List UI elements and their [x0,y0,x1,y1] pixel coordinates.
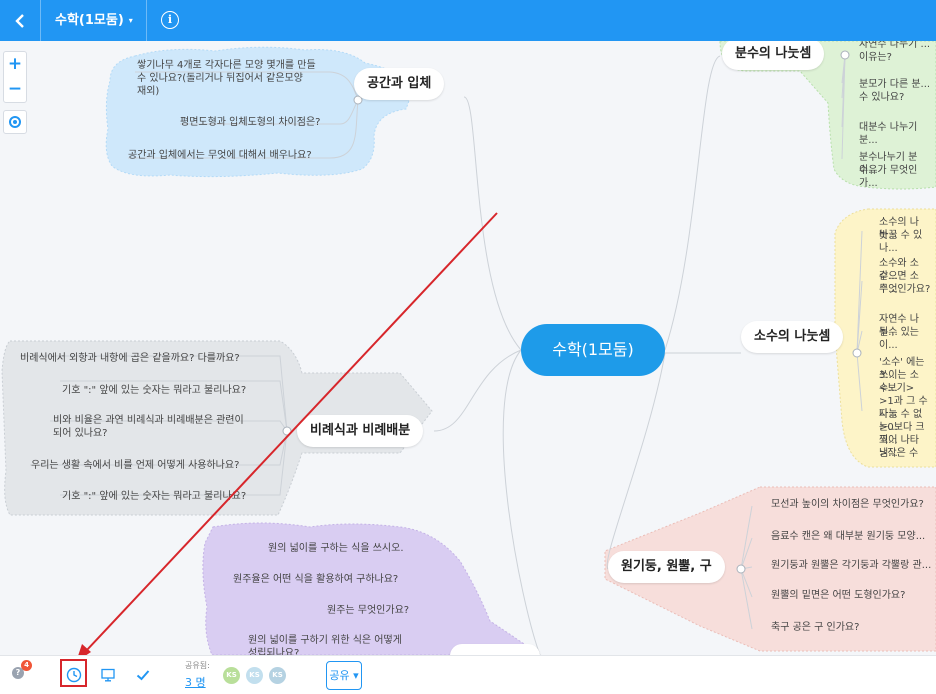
topic-decimal[interactable]: 소수의 나눗셈 [741,321,844,353]
leaf-ratio-3-line2: 되어 있나요? [53,428,108,439]
zoom-out-button[interactable]: − [4,77,26,102]
leaf-fraction-4-line2: 이유가 무엇인가... [859,165,918,189]
avatar[interactable]: KS [269,667,286,684]
topic-cylinder[interactable]: 원기둥, 원뿔, 구 [608,551,725,583]
leaf-decimal-1-line2: 바꿀 수 있나... [879,230,923,254]
topic-ratio[interactable]: 비례식과 비례배분 [297,415,424,447]
mindmap-canvas[interactable]: + − 공간과 입체 쌓기나무 4개로 각자다른 모양 몇개를 만들 수 있나요… [0,41,936,655]
leaf-solid-1[interactable]: 쌓기나무 4개로 각자다른 모양 몇개를 만들 [137,59,316,72]
leaf-circle-1[interactable]: 원의 넓이를 구하는 식을 쓰시오. [268,542,404,555]
locate-center-button[interactable] [3,110,27,134]
leaf-decimal-4-line8: >작은 수 [879,448,919,459]
leaf-circle-4[interactable]: 원의 넓이를 구하기 위한 식은 어떻게 [248,634,402,647]
leaf-decimal-4-line3: <보기> [879,383,915,394]
bottom-toolbar: ? 4 공유됨: 3 명 KS KS KS 공유 ▾ [0,655,936,694]
leaf-solid-1-line3: 재외) [137,86,160,97]
leaf-cylinder-2[interactable]: 음료수 캔은 왜 대부분 원기둥 모양... [771,530,925,543]
central-topic[interactable]: 수학(1모둠) [521,324,665,376]
share-count-link[interactable]: 3 명 [185,674,206,690]
leaf-decimal-3-line2: 될수 있는 이... [879,327,919,351]
leaf-solid-2[interactable]: 평면도형과 입체도형의 차이점은? [180,116,320,129]
leaf-cylinder-3[interactable]: 원기둥과 원뿔은 각기둥과 각뿔랑 관... [771,559,931,572]
avatar[interactable]: KS [246,667,263,684]
leaf-ratio-2[interactable]: 기호 ":" 앞에 있는 숫자는 뭐라고 불리나요? [62,384,246,397]
zoom-in-button[interactable]: + [4,52,26,77]
leaf-circle-2[interactable]: 원주율은 어떤 식을 활용하여 구하나요? [233,573,398,586]
clock-icon [66,667,82,683]
info-icon[interactable]: i [161,11,179,29]
check-button[interactable] [132,664,154,686]
leaf-ratio-5[interactable]: 기호 ":" 앞에 있는 숫자는 뭐라고 불리나요? [62,490,246,503]
leaf-solid-1-line2: 수 있나요?(돌리거나 뒤집어서 같은모양 [137,73,303,84]
leaf-circle-4-line2: 성립되나요? [248,648,300,655]
leaf-cylinder-1[interactable]: 모선과 높이의 차이점은 무엇인가요? [771,498,924,511]
leaf-fraction-1[interactable]: 자연수 나누기 ... [859,41,930,51]
history-button[interactable] [63,664,85,686]
top-bar: 수학(1모둠) ▾ i [0,0,936,41]
check-icon [136,670,150,681]
topic-circle[interactable] [450,644,540,655]
leaf-fraction-3[interactable]: 대분수 나누기 분... [859,121,936,147]
divider [146,0,147,41]
presentation-button[interactable] [97,664,119,686]
leaf-ratio-3[interactable]: 비와 비율은 과연 비례식과 비례배분은 관련이 [53,414,244,427]
zoom-controls: + − [3,51,27,103]
share-label: 공유됨: [185,661,210,670]
monitor-icon [101,668,115,682]
caret-down-icon: ▾ [128,16,133,25]
leaf-cylinder-4[interactable]: 원뿔의 밑면은 어떤 도형인가요? [771,589,905,602]
topic-fraction[interactable]: 분수의 나눗셈 [722,41,825,70]
leaf-ratio-1[interactable]: 비례식에서 외항과 내항에 곱은 같을까요? 다를까요? [20,352,240,365]
leaf-cylinder-5[interactable]: 축구 공은 구 인가요? [771,621,859,634]
target-dot [13,120,17,124]
map-title: 수학(1모둠) [55,13,124,28]
chevron-left-icon [15,13,24,28]
share-button[interactable]: 공유 ▾ [326,661,362,690]
leaf-decimal-2-line3: 무엇인가요? [879,284,931,295]
leaf-ratio-4[interactable]: 우리는 생활 속에서 비를 언제 어떻게 사용하나요? [31,459,239,472]
leaf-fraction-2-line2: 수 있나요? [859,92,905,103]
leaf-fraction-2[interactable]: 분모가 다른 분... [859,78,930,91]
leaf-circle-3[interactable]: 원주는 무엇인가요? [327,604,409,617]
back-button[interactable] [0,0,40,41]
leaf-fraction-1-line2: 이유는? [859,52,892,63]
avatar[interactable]: KS [223,667,240,684]
map-title-dropdown[interactable]: 수학(1모둠) ▾ [55,0,133,41]
divider [40,0,41,41]
topic-solid[interactable]: 공간과 입체 [354,68,445,100]
leaf-solid-3[interactable]: 공간과 입체에서는 무엇에 대해서 배우나요? [128,149,312,162]
notification-badge: 4 [21,660,32,671]
